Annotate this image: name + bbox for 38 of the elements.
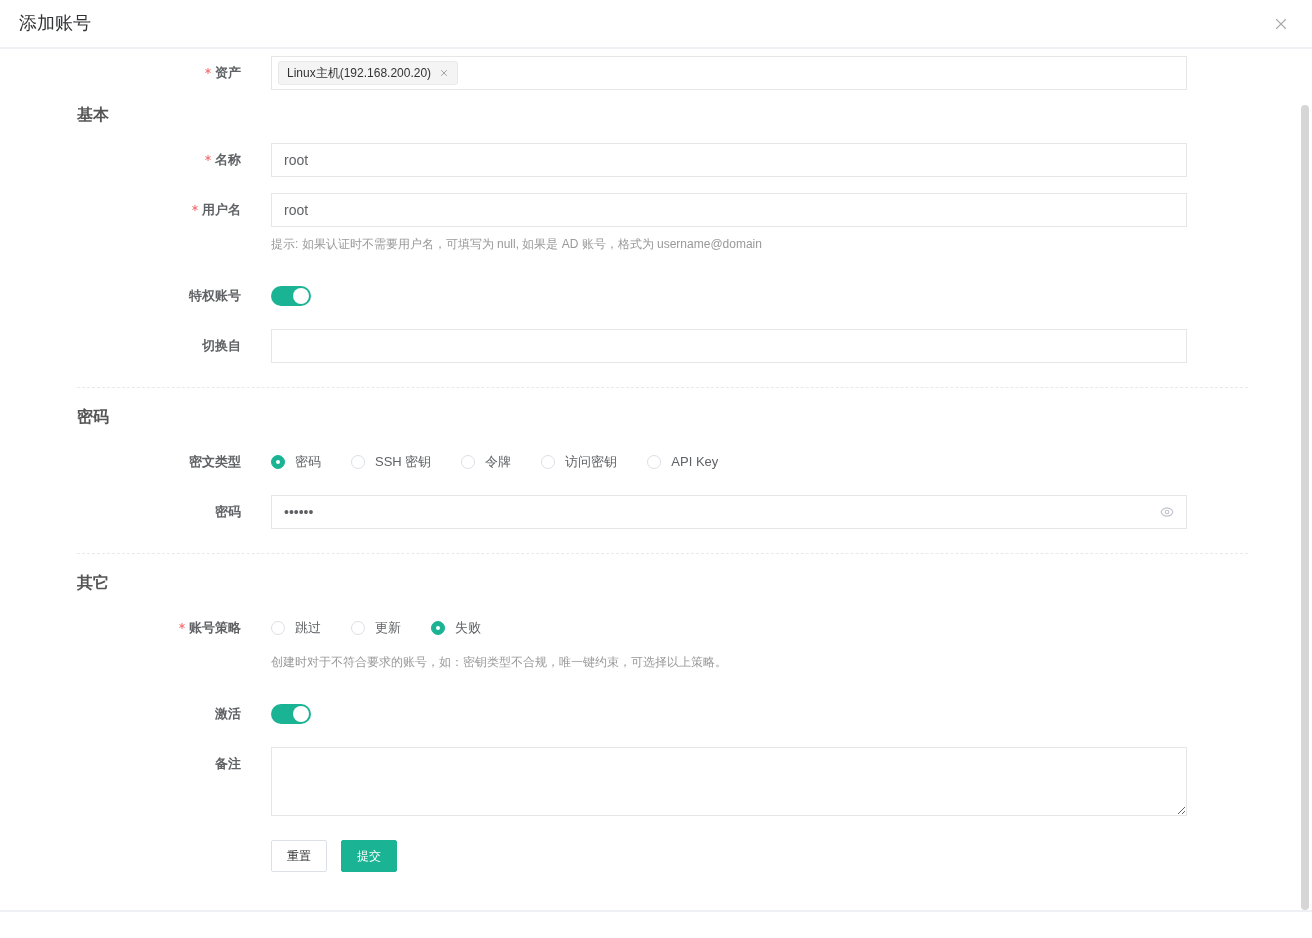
text-field[interactable]: root: [271, 143, 1187, 177]
tag-close-icon[interactable]: [439, 68, 450, 78]
remark-field[interactable]: [271, 747, 1187, 816]
field-label: 用户名: [202, 201, 241, 220]
asset-select[interactable]: Linux主机(192.168.200.20): [271, 56, 1187, 90]
field-label: 密文类型: [189, 453, 241, 472]
text-field[interactable]: [271, 329, 1187, 363]
field-label: 名称: [215, 151, 241, 170]
radio-option[interactable]: 失败: [431, 618, 481, 638]
eye-icon[interactable]: [1160, 505, 1174, 519]
hint-text: 创建时对于不符合要求的账号，如：密钥类型不合规，唯一键约束，可选择以上策略。: [271, 654, 727, 671]
hint-text: 提示: 如果认证时不需要用户名，可填写为 null, 如果是 AD 账号，格式为 username@domain: [271, 236, 763, 253]
radio-option[interactable]: 跳过: [271, 618, 321, 638]
field-label: 切换自: [202, 337, 241, 356]
scrollbar[interactable]: [1301, 105, 1309, 910]
field-label: 备注: [215, 755, 241, 774]
toggle-switch[interactable]: [271, 704, 311, 724]
toggle-switch[interactable]: [271, 286, 311, 306]
section-title: 密码: [77, 407, 110, 427]
field-label: 激活: [215, 705, 241, 724]
radio-option[interactable]: API Key: [647, 452, 719, 472]
dialog-title: 添加账号: [19, 12, 91, 35]
radio-option[interactable]: 密码: [271, 452, 321, 472]
reset-button[interactable]: 重置: [271, 840, 327, 872]
radio-option[interactable]: 访问密钥: [541, 452, 618, 472]
radio-option[interactable]: 令牌: [461, 452, 512, 472]
section-title: 其它: [77, 573, 110, 593]
field-label: 账号策略: [189, 619, 241, 638]
asset-tag: Linux主机(192.168.200.20): [278, 61, 459, 85]
field-label: 特权账号: [189, 287, 241, 306]
field-label: 资产: [215, 64, 241, 83]
section-title: 基本: [77, 105, 110, 125]
password-value: ••••••: [284, 502, 314, 522]
password-field[interactable]: ••••••: [271, 495, 1187, 529]
radio-option[interactable]: SSH 密钥: [351, 452, 432, 472]
radio-option[interactable]: 更新: [351, 618, 401, 638]
field-label: 密码: [215, 503, 241, 522]
text-field[interactable]: root: [271, 193, 1187, 227]
